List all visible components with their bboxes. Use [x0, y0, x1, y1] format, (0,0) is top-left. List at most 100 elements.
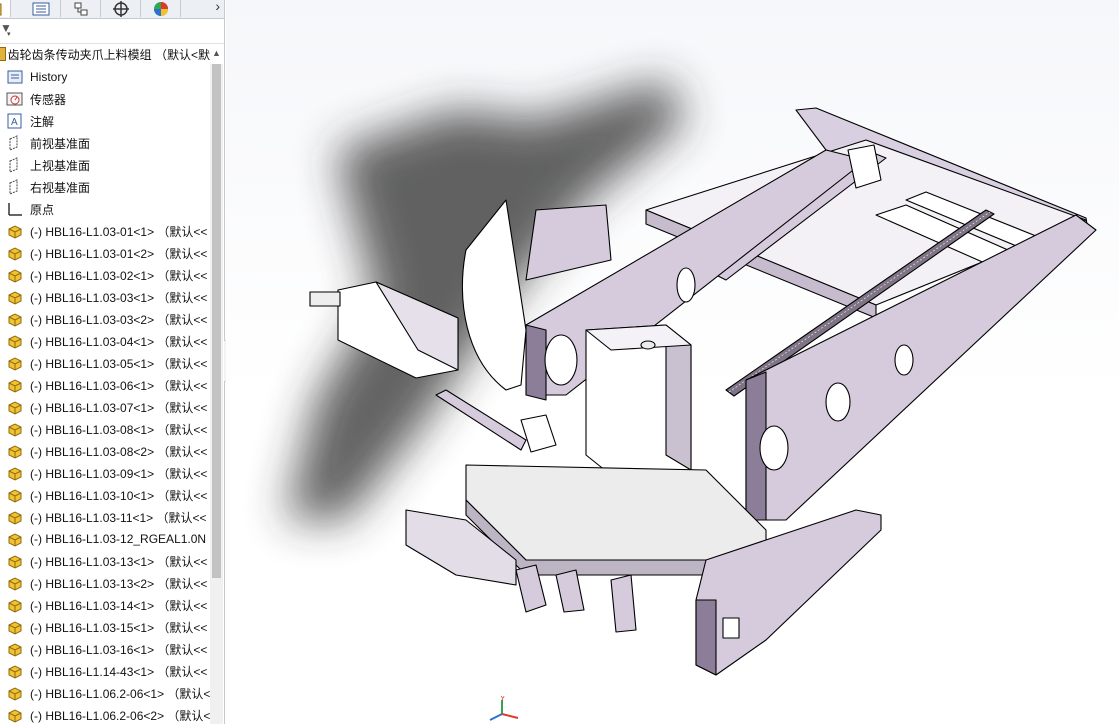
tree-item-component[interactable]: (-) HBL16-L1.03-13<2> （默认<<	[0, 572, 210, 594]
tree-item-plane[interactable]: 上视基准面	[0, 154, 210, 176]
tree-item-component[interactable]: (-) HBL16-L1.03-14<1> （默认<<	[0, 594, 210, 616]
annotation-icon: A	[6, 113, 24, 129]
tree-item-component[interactable]: (-) HBL16-L1.03-12_RGEAL1.0N	[0, 528, 210, 550]
tree-item-label: 上视基准面	[30, 158, 91, 173]
plane-icon	[6, 179, 24, 195]
property-manager-tab[interactable]	[22, 0, 61, 17]
part-icon	[6, 553, 24, 569]
tree-item-component[interactable]: (-) HBL16-L1.03-13<1> （默认<<	[0, 550, 210, 572]
tree-item-component[interactable]: (-) HBL16-L1.14-43<1> （默认<<	[0, 660, 210, 682]
tree-item-component[interactable]: (-) HBL16-L1.03-04<1> （默认<<	[0, 330, 210, 352]
tree-item-component[interactable]: (-) HBL16-L1.03-03<2> （默认<<	[0, 308, 210, 330]
part-icon	[6, 267, 24, 283]
property-manager-tab-icon	[32, 2, 50, 15]
tree-item-component[interactable]: (-) HBL16-L1.03-02<1> （默认<<	[0, 264, 210, 286]
tree-item-component[interactable]: (-) HBL16-L1.03-08<1> （默认<<	[0, 418, 210, 440]
tree-item-label: (-) HBL16-L1.03-07<1> （默认<<	[30, 400, 208, 415]
triad-axis-label: Y	[500, 696, 506, 703]
coordinate-triad-icon: Y	[489, 696, 519, 721]
tree-item-label: (-) HBL16-L1.03-13<1> （默认<<	[30, 554, 208, 569]
tree-item-component[interactable]: (-) HBL16-L1.03-16<1> （默认<<	[0, 638, 210, 660]
chevron-down-icon: ▾	[7, 31, 11, 38]
tree-item-label: (-) HBL16-L1.03-11<1> （默认<<	[30, 510, 207, 525]
chevron-right-icon[interactable]: ›	[215, 0, 220, 14]
part-icon	[6, 487, 24, 503]
tree-item-component[interactable]: (-) HBL16-L1.03-10<1> （默认<<	[0, 484, 210, 506]
tree-item-label: (-) HBL16-L1.03-13<2> （默认<<	[30, 576, 208, 591]
part-icon	[6, 575, 24, 591]
tree-item-component[interactable]: (-) HBL16-L1.03-06<1> （默认<<	[0, 374, 210, 396]
part-icon	[6, 245, 24, 261]
graphics-viewport[interactable]: Y	[226, 0, 1119, 724]
tree-filter[interactable]: ▼ ▾	[0, 19, 224, 44]
tree-item-label: 传感器	[30, 92, 67, 107]
part-icon	[6, 289, 24, 305]
tree-scrollbar[interactable]: ▲	[210, 48, 223, 724]
part-icon	[6, 355, 24, 371]
tree-item-component[interactable]: (-) HBL16-L1.03-07<1> （默认<<	[0, 396, 210, 418]
dimxpert-manager-tab[interactable]	[102, 0, 141, 17]
scroll-thumb[interactable]	[212, 64, 221, 578]
scroll-up-icon[interactable]: ▲	[212, 48, 221, 58]
part-icon	[6, 663, 24, 679]
tree-item-sensor[interactable]: 传感器	[0, 88, 210, 110]
part-icon	[6, 377, 24, 393]
tree-item-label: (-) HBL16-L1.06.2-06<1> （默认<	[30, 686, 210, 701]
part-icon	[6, 509, 24, 525]
assembly-model-render	[286, 80, 1097, 676]
tree-item-label: 右视基准面	[30, 180, 91, 195]
display-manager-tab-icon	[154, 1, 168, 16]
tree-item-label: (-) HBL16-L1.03-04<1> （默认<<	[30, 334, 208, 349]
tree-item-plane[interactable]: 前视基准面	[0, 132, 210, 154]
part-icon	[6, 465, 24, 481]
origin-icon	[6, 201, 24, 217]
tree-item-label: (-) HBL16-L1.03-01<1> （默认<<	[30, 224, 208, 239]
tree-root-label: 齿轮齿条传动夹爪上料模组 （默认<默	[7, 47, 210, 62]
configuration-manager-tab[interactable]	[62, 0, 101, 17]
tree-item-component[interactable]: (-) HBL16-L1.03-03<1> （默认<<	[0, 286, 210, 308]
tree-item-annotation[interactable]: A 注解	[0, 110, 210, 132]
tree-item-origin[interactable]: 原点	[0, 198, 210, 220]
configuration-manager-tab-icon	[74, 2, 88, 15]
feature-manager-tab-icon	[0, 3, 2, 15]
feature-manager-tab[interactable]	[0, 0, 11, 17]
dimxpert-manager-tab-icon	[113, 0, 129, 17]
plane-icon	[6, 135, 24, 151]
tree-item-component[interactable]: (-) HBL16-L1.03-01<2> （默认<<	[0, 242, 210, 264]
tree-item-label: (-) HBL16-L1.03-03<1> （默认<<	[30, 290, 208, 305]
tree-item-history[interactable]: History	[0, 66, 210, 88]
tree-item-label: (-) HBL16-L1.03-10<1> （默认<<	[30, 488, 208, 503]
tree-item-label: (-) HBL16-L1.03-15<1> （默认<<	[30, 620, 208, 635]
part-icon	[6, 619, 24, 635]
tree-item-label: (-) HBL16-L1.03-06<1> （默认<<	[30, 378, 208, 393]
history-icon	[6, 69, 24, 85]
tree-item-label: 前视基准面	[30, 136, 91, 151]
tree-item-label: (-) HBL16-L1.06.2-06<2> （默认<	[30, 708, 210, 723]
sensor-icon	[6, 91, 24, 107]
tree-root-assembly[interactable]: 齿轮齿条传动夹爪上料模组 （默认<默	[0, 44, 210, 64]
tree-item-label: (-) HBL16-L1.03-08<1> （默认<<	[30, 422, 208, 437]
part-icon	[6, 311, 24, 327]
display-manager-tab[interactable]	[142, 0, 181, 17]
part-icon	[6, 421, 24, 437]
tree-item-component[interactable]: (-) HBL16-L1.03-11<1> （默认<<	[0, 506, 210, 528]
part-icon	[6, 223, 24, 239]
tree-item-label: (-) HBL16-L1.14-43<1> （默认<<	[30, 664, 208, 679]
tree-item-label: (-) HBL16-L1.03-03<2> （默认<<	[30, 312, 208, 327]
tree-item-label: History	[30, 70, 68, 84]
tree-item-label: 注解	[30, 114, 55, 129]
tree-item-component[interactable]: (-) HBL16-L1.03-09<1> （默认<<	[0, 462, 210, 484]
tree-item-component[interactable]: (-) HBL16-L1.03-05<1> （默认<<	[0, 352, 210, 374]
tree-item-label: (-) HBL16-L1.03-09<1> （默认<<	[30, 466, 208, 481]
part-icon	[6, 685, 24, 701]
part-icon	[6, 597, 24, 613]
tree-item-component[interactable]: (-) HBL16-L1.03-15<1> （默认<<	[0, 616, 210, 638]
tree-item-component[interactable]: (-) HBL16-L1.03-08<2> （默认<<	[0, 440, 210, 462]
tree-item-component[interactable]: (-) HBL16-L1.06.2-06<1> （默认<	[0, 682, 210, 704]
tree-item-label: (-) HBL16-L1.03-12_RGEAL1.0N	[30, 532, 207, 546]
tree-item-component[interactable]: (-) HBL16-L1.03-01<1> （默认<<	[0, 220, 210, 242]
tree-item-plane[interactable]: 右视基准面	[0, 176, 210, 198]
tree-item-label: (-) HBL16-L1.03-08<2> （默认<<	[30, 444, 208, 459]
tree-item-label: (-) HBL16-L1.03-14<1> （默认<<	[30, 598, 208, 613]
tree-item-component[interactable]: (-) HBL16-L1.06.2-06<2> （默认<	[0, 704, 210, 724]
